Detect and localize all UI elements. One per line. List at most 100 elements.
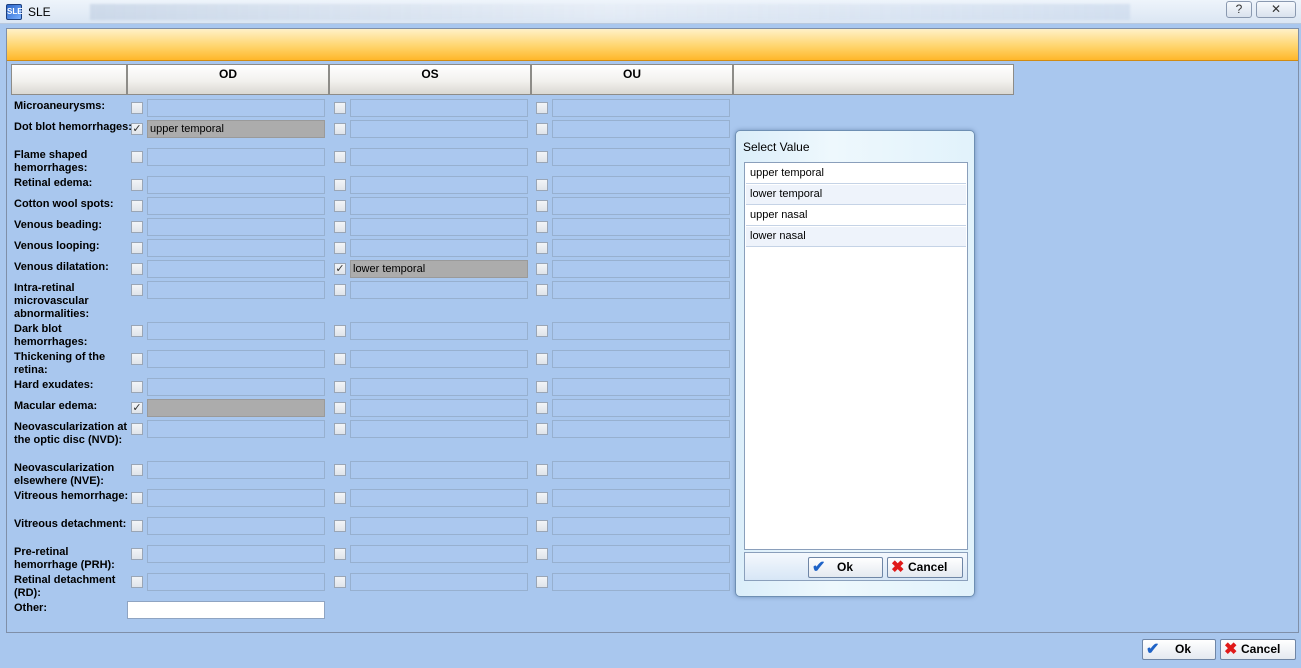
- checkbox-ou[interactable]: [536, 263, 548, 275]
- checkbox-ou[interactable]: [536, 325, 548, 337]
- checkbox-od[interactable]: ✓: [131, 402, 143, 414]
- checkbox-os[interactable]: [334, 576, 346, 588]
- value-field-os[interactable]: [350, 517, 528, 535]
- value-field-os[interactable]: [350, 148, 528, 166]
- value-field-os[interactable]: [350, 545, 528, 563]
- value-field-od[interactable]: [147, 197, 325, 215]
- value-field-ou[interactable]: [552, 322, 730, 340]
- popup-ok-button[interactable]: ✔ Ok: [808, 557, 883, 578]
- value-field-os[interactable]: [350, 281, 528, 299]
- value-field-ou[interactable]: [552, 545, 730, 563]
- select-value-option[interactable]: lower temporal: [746, 185, 966, 205]
- value-field-os[interactable]: [350, 489, 528, 507]
- value-field-os[interactable]: [350, 99, 528, 117]
- checkbox-os[interactable]: [334, 123, 346, 135]
- value-field-ou[interactable]: [552, 378, 730, 396]
- checkbox-os[interactable]: [334, 464, 346, 476]
- value-field-od[interactable]: [147, 260, 325, 278]
- cancel-button[interactable]: ✖ Cancel: [1220, 639, 1296, 660]
- value-field-ou[interactable]: [552, 489, 730, 507]
- checkbox-od[interactable]: [131, 102, 143, 114]
- checkbox-ou[interactable]: [536, 464, 548, 476]
- value-field-os[interactable]: [350, 573, 528, 591]
- value-field-od[interactable]: [147, 573, 325, 591]
- checkbox-od[interactable]: [131, 151, 143, 163]
- value-field-od[interactable]: [147, 239, 325, 257]
- checkbox-ou[interactable]: [536, 221, 548, 233]
- checkbox-os[interactable]: [334, 151, 346, 163]
- checkbox-ou[interactable]: [536, 423, 548, 435]
- checkbox-os[interactable]: [334, 221, 346, 233]
- value-field-os[interactable]: [350, 239, 528, 257]
- select-value-option[interactable]: lower nasal: [746, 227, 966, 247]
- value-field-os[interactable]: [350, 218, 528, 236]
- checkbox-od[interactable]: [131, 548, 143, 560]
- value-field-od[interactable]: [147, 399, 325, 417]
- checkbox-os[interactable]: [334, 200, 346, 212]
- close-button[interactable]: ✕: [1256, 1, 1296, 18]
- value-field-od[interactable]: [147, 350, 325, 368]
- checkbox-os[interactable]: [334, 423, 346, 435]
- ok-button[interactable]: ✔ Ok: [1142, 639, 1216, 660]
- value-field-od[interactable]: [147, 461, 325, 479]
- value-field-od[interactable]: [147, 148, 325, 166]
- value-field-od[interactable]: [147, 99, 325, 117]
- value-field-od[interactable]: [147, 378, 325, 396]
- checkbox-ou[interactable]: [536, 492, 548, 504]
- checkbox-ou[interactable]: [536, 284, 548, 296]
- other-input[interactable]: [127, 601, 325, 619]
- value-field-od[interactable]: [147, 517, 325, 535]
- value-field-ou[interactable]: [552, 218, 730, 236]
- checkbox-ou[interactable]: [536, 123, 548, 135]
- value-field-ou[interactable]: [552, 517, 730, 535]
- checkbox-ou[interactable]: [536, 520, 548, 532]
- checkbox-os[interactable]: [334, 242, 346, 254]
- value-field-od[interactable]: [147, 218, 325, 236]
- checkbox-os[interactable]: [334, 520, 346, 532]
- checkbox-os[interactable]: [334, 353, 346, 365]
- value-field-ou[interactable]: [552, 461, 730, 479]
- value-field-od[interactable]: [147, 281, 325, 299]
- checkbox-os[interactable]: ✓: [334, 263, 346, 275]
- checkbox-od[interactable]: [131, 464, 143, 476]
- value-field-os[interactable]: [350, 350, 528, 368]
- checkbox-od[interactable]: [131, 353, 143, 365]
- value-field-os[interactable]: lower temporal: [350, 260, 528, 278]
- value-field-ou[interactable]: [552, 350, 730, 368]
- checkbox-ou[interactable]: [536, 353, 548, 365]
- checkbox-ou[interactable]: [536, 200, 548, 212]
- checkbox-od[interactable]: [131, 423, 143, 435]
- checkbox-od[interactable]: [131, 221, 143, 233]
- checkbox-os[interactable]: [334, 102, 346, 114]
- checkbox-od[interactable]: [131, 492, 143, 504]
- value-field-os[interactable]: [350, 378, 528, 396]
- column-header-ou[interactable]: OU: [531, 64, 733, 95]
- checkbox-od[interactable]: ✓: [131, 123, 143, 135]
- checkbox-ou[interactable]: [536, 576, 548, 588]
- checkbox-os[interactable]: [334, 402, 346, 414]
- checkbox-os[interactable]: [334, 179, 346, 191]
- value-field-ou[interactable]: [552, 260, 730, 278]
- value-field-od[interactable]: [147, 545, 325, 563]
- checkbox-ou[interactable]: [536, 548, 548, 560]
- checkbox-ou[interactable]: [536, 402, 548, 414]
- checkbox-os[interactable]: [334, 492, 346, 504]
- checkbox-ou[interactable]: [536, 381, 548, 393]
- value-field-os[interactable]: [350, 197, 528, 215]
- value-field-ou[interactable]: [552, 148, 730, 166]
- value-field-ou[interactable]: [552, 573, 730, 591]
- column-header-od[interactable]: OD: [127, 64, 329, 95]
- popup-cancel-button[interactable]: ✖ Cancel: [887, 557, 963, 578]
- value-field-ou[interactable]: [552, 281, 730, 299]
- value-field-os[interactable]: [350, 120, 528, 138]
- checkbox-od[interactable]: [131, 325, 143, 337]
- value-field-ou[interactable]: [552, 197, 730, 215]
- checkbox-od[interactable]: [131, 179, 143, 191]
- checkbox-os[interactable]: [334, 381, 346, 393]
- checkbox-os[interactable]: [334, 548, 346, 560]
- checkbox-od[interactable]: [131, 242, 143, 254]
- checkbox-od[interactable]: [131, 576, 143, 588]
- value-field-ou[interactable]: [552, 120, 730, 138]
- checkbox-od[interactable]: [131, 263, 143, 275]
- value-field-os[interactable]: [350, 322, 528, 340]
